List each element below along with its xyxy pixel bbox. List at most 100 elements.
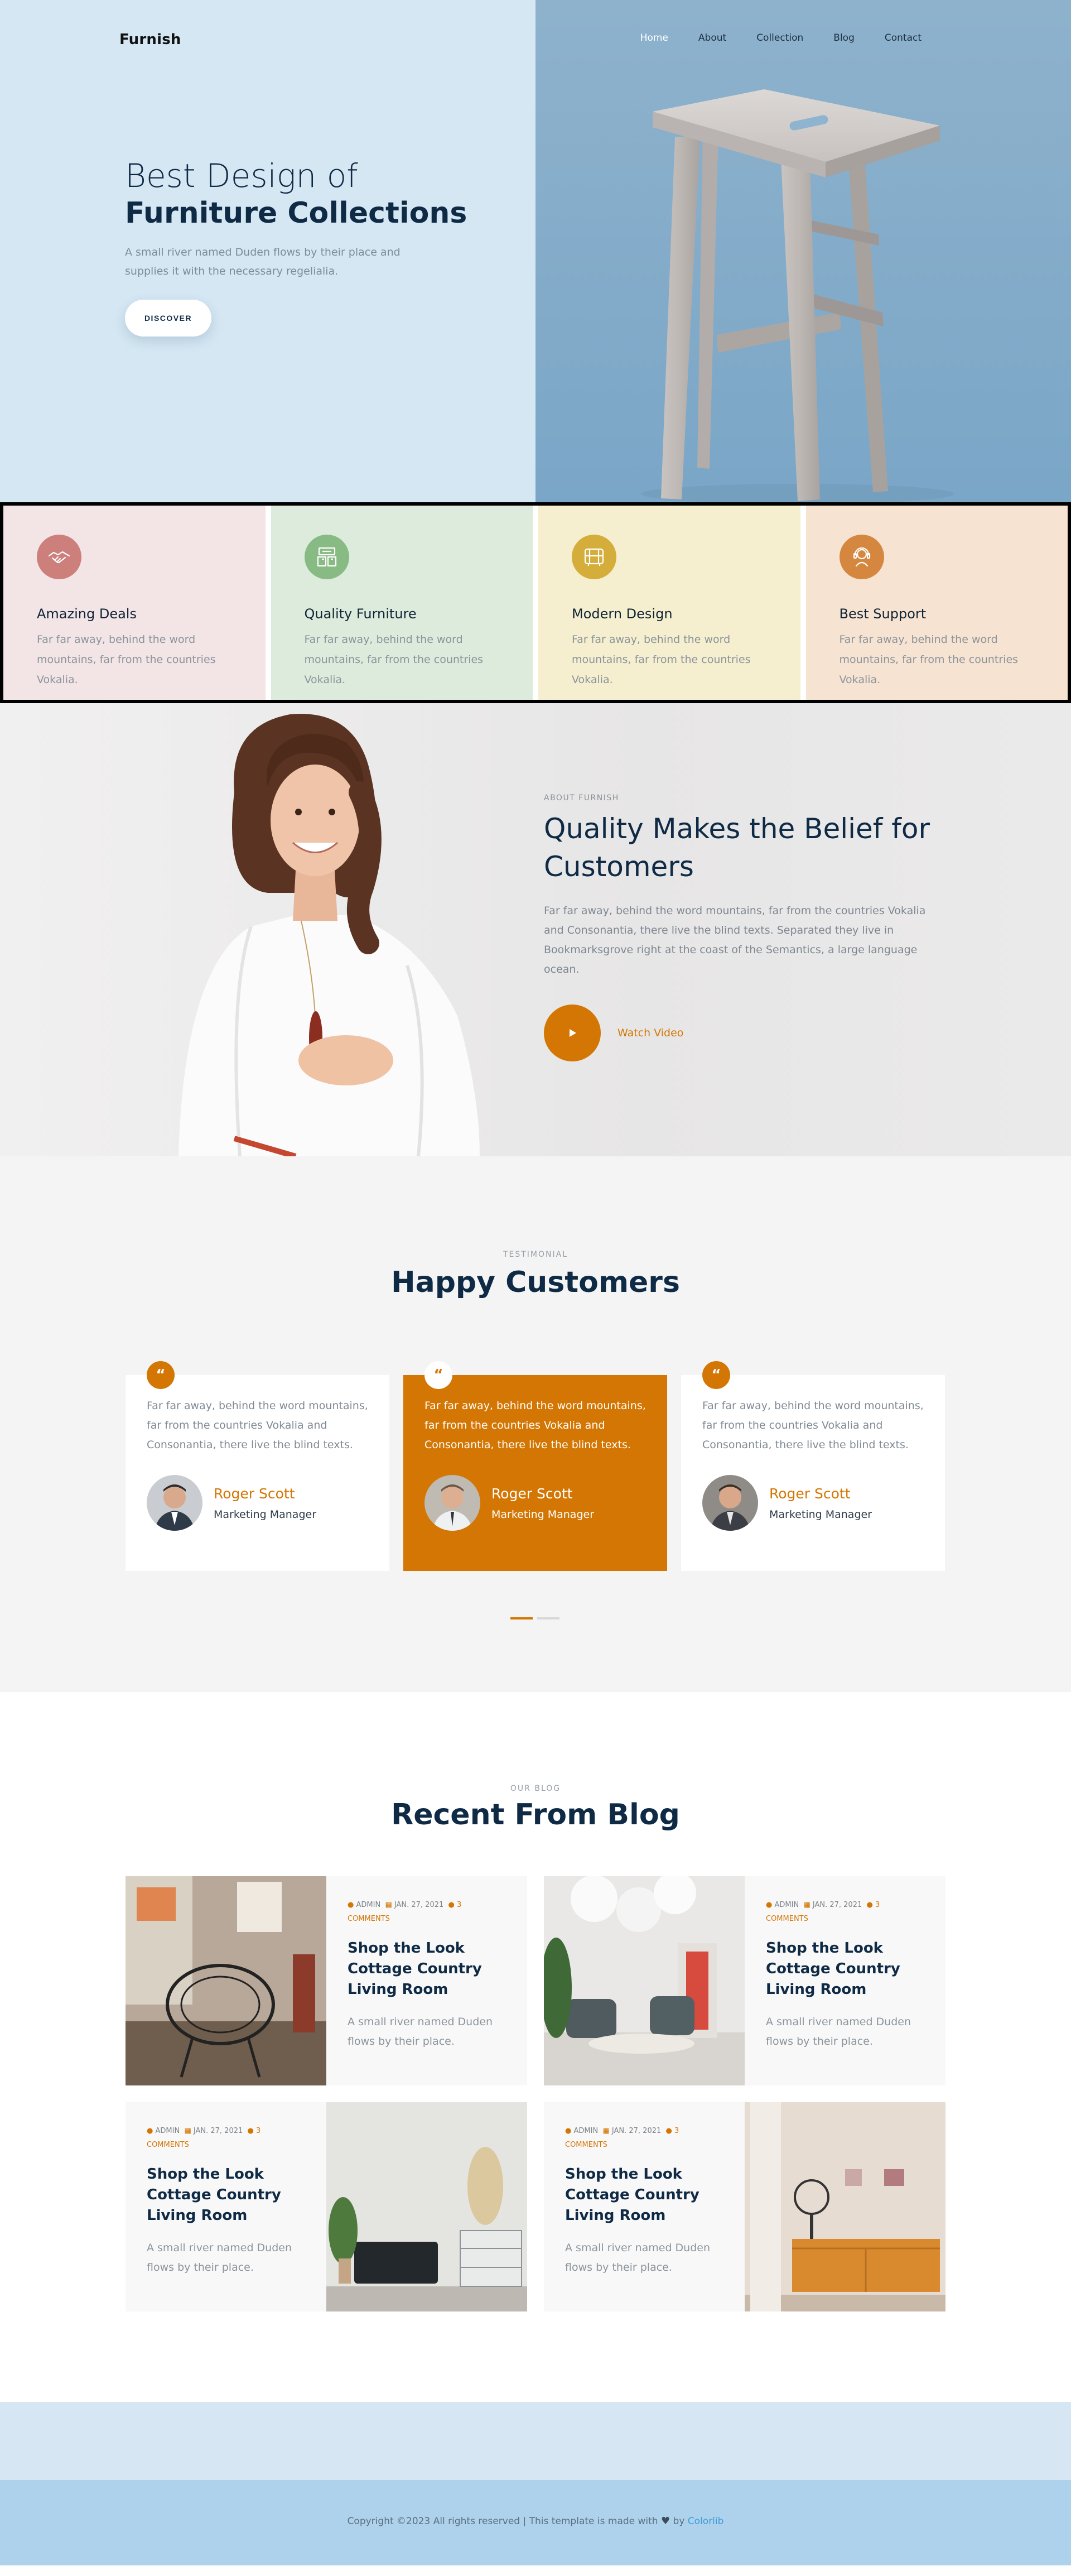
post-comment-count[interactable]: 3 [875,1901,880,1909]
top-navbar: Furnish Home About Collection Blog Conta… [0,0,1071,81]
post-comments-label[interactable]: COMMENTS [565,2141,607,2149]
post-comment-count[interactable]: 3 [457,1901,461,1909]
hero-title-bold: Furniture Collections [125,196,467,230]
colorlib-link[interactable]: Colorlib [688,2516,724,2527]
about-title: Quality Makes the Belief for Customers [544,813,930,883]
post-date[interactable]: JAN. 27, 2021 [194,2127,243,2135]
post-comment-count[interactable]: 3 [256,2127,260,2135]
calendar-icon: ▦ [602,2127,610,2135]
testimonial-card: “ Far far away, behind the word mountain… [681,1361,945,1571]
hero-content: Best Design of Furniture Collections A s… [125,157,482,337]
about-section: ABOUT FURNISH Quality Makes the Belief f… [0,703,1071,1156]
copyright-label: Copyright ©2023 All rights reserved | Th… [347,2516,658,2527]
nav-link-about[interactable]: About [698,32,726,44]
support-agent-icon [839,535,884,579]
post-comments-label[interactable]: COMMENTS [766,1915,808,1923]
feature-title: Modern Design [572,606,673,622]
calendar-icon: ▦ [184,2127,191,2135]
watch-video-row: Watch Video [544,1004,945,1061]
calendar-icon: ▦ [385,1901,392,1909]
site-footer: Copyright ©2023 All rights reserved | Th… [0,2480,1071,2565]
copyright-by: by [673,2516,685,2527]
post-comments-label[interactable]: COMMENTS [147,2141,189,2149]
testimonial-author: Roger Scott Marketing Manager [702,1475,924,1531]
blog-title: Recent From Blog [391,1798,680,1832]
feature-title: Best Support [839,606,927,622]
blog-post-card[interactable]: ● ADMIN ▦ JAN. 27, 2021 ● 3 COMMENTS Sho… [544,2102,945,2311]
nav-link-collection[interactable]: Collection [756,32,803,44]
blog-post-meta: ● ADMIN ▦ JAN. 27, 2021 ● 3 COMMENTS [766,1899,924,1926]
testimonial-eyebrow: TESTIMONIAL [503,1250,568,1259]
feature-title: Quality Furniture [304,606,417,622]
post-comment-count[interactable]: 3 [674,2127,679,2135]
testimonial-quote: Far far away, behind the word mountains,… [424,1400,646,1452]
user-icon: ● [565,2127,572,2135]
quote-icon: “ [702,1361,730,1389]
blog-post-excerpt: A small river named Duden flows by their… [147,2242,292,2274]
author-role: Marketing Manager [769,1508,872,1521]
heart-icon: ♥ [660,2515,670,2527]
post-author[interactable]: ADMIN [774,1901,799,1909]
blog-post-card[interactable]: ● ADMIN ▦ JAN. 27, 2021 ● 3 COMMENTS Sho… [544,1876,945,2085]
feature-description: Far far away, behind the word mountains,… [572,633,751,686]
hero-section: Furnish Home About Collection Blog Conta… [0,0,1071,502]
design-tools-icon [572,535,616,579]
hero-description: A small river named Duden flows by their… [125,246,401,278]
about-description: Far far away, behind the word mountains,… [544,905,926,976]
nav-link-contact[interactable]: Contact [885,32,922,44]
nav-link-home[interactable]: Home [640,32,668,44]
features-section: Amazing Deals Far far away, behind the w… [0,502,1071,703]
post-comments-label[interactable]: COMMENTS [348,1915,390,1923]
feature-card-amazing-deals: Amazing Deals Far far away, behind the w… [3,506,266,700]
author-role: Marketing Manager [491,1508,595,1521]
brand-logo[interactable]: Furnish [119,31,181,48]
post-date[interactable]: JAN. 27, 2021 [394,1901,443,1909]
testimonial-card: “ Far far away, behind the word mountain… [126,1361,389,1571]
comment-icon: ● [665,2127,672,2135]
testimonial-quote: Far far away, behind the word mountains,… [702,1400,924,1452]
blog-eyebrow: OUR BLOG [510,1784,561,1793]
user-icon: ● [147,2127,153,2135]
blog-post-title[interactable]: Shop the Look Cottage Country Living Roo… [348,1938,506,2000]
feature-card-modern-design: Modern Design Far far away, behind the w… [538,506,800,700]
post-date[interactable]: JAN. 27, 2021 [612,2127,661,2135]
post-author[interactable]: ADMIN [573,2127,598,2135]
discover-button[interactable]: DISCOVER [125,300,211,337]
post-date[interactable]: JAN. 27, 2021 [813,1901,862,1909]
author-role: Marketing Manager [214,1508,317,1521]
blog-post-image[interactable] [326,2102,527,2311]
nav-link-blog[interactable]: Blog [833,32,855,44]
blog-post-image[interactable] [544,1876,745,2085]
smiling-woman-photo [178,714,480,1156]
hero-title-light: Best Design of [125,157,358,195]
play-video-button[interactable] [544,1004,601,1061]
blog-post-image[interactable] [745,2102,945,2311]
feature-title: Amazing Deals [37,606,137,622]
blog-post-card[interactable]: ● ADMIN ▦ JAN. 27, 2021 ● 3 COMMENTS Sho… [126,1876,527,2085]
feature-description: Far far away, behind the word mountains,… [839,633,1019,686]
post-author[interactable]: ADMIN [356,1901,380,1909]
blog-post-title[interactable]: Shop the Look Cottage Country Living Roo… [766,1938,924,2000]
blog-post-meta: ● ADMIN ▦ JAN. 27, 2021 ● 3 COMMENTS [147,2125,305,2152]
pager-dot-1[interactable] [510,1617,533,1619]
pager-dot-2[interactable] [537,1617,559,1619]
feature-card-quality-furniture: Quality Furniture Far far away, behind t… [271,506,533,700]
blog-post-excerpt: A small river named Duden flows by their… [565,2242,711,2274]
copyright-text: Copyright ©2023 All rights reserved | Th… [0,2515,1071,2527]
quote-icon: “ [147,1361,175,1389]
blog-post-card[interactable]: ● ADMIN ▦ JAN. 27, 2021 ● 3 COMMENTS Sho… [126,2102,527,2311]
blog-post-title[interactable]: Shop the Look Cottage Country Living Roo… [565,2164,723,2226]
post-author[interactable]: ADMIN [155,2127,180,2135]
blog-post-meta: ● ADMIN ▦ JAN. 27, 2021 ● 3 COMMENTS [348,1899,506,1926]
blog-post-title[interactable]: Shop the Look Cottage Country Living Roo… [147,2164,305,2226]
blog-post-image[interactable] [126,1876,326,2085]
testimonial-title: Happy Customers [391,1266,680,1299]
blog-post-body: ● ADMIN ▦ JAN. 27, 2021 ● 3 COMMENTS Sho… [126,2102,326,2311]
about-eyebrow: ABOUT FURNISH [544,794,619,802]
feature-card-best-support: Best Support Far far away, behind the wo… [805,506,1068,700]
testimonial-author: Roger Scott Marketing Manager [424,1475,646,1531]
nav-menu: Home About Collection Blog Contact [640,32,922,44]
feature-description: Far far away, behind the word mountains,… [304,633,484,686]
watch-video-link[interactable]: Watch Video [617,1027,683,1039]
blog-post-excerpt: A small river named Duden flows by their… [348,2016,493,2048]
